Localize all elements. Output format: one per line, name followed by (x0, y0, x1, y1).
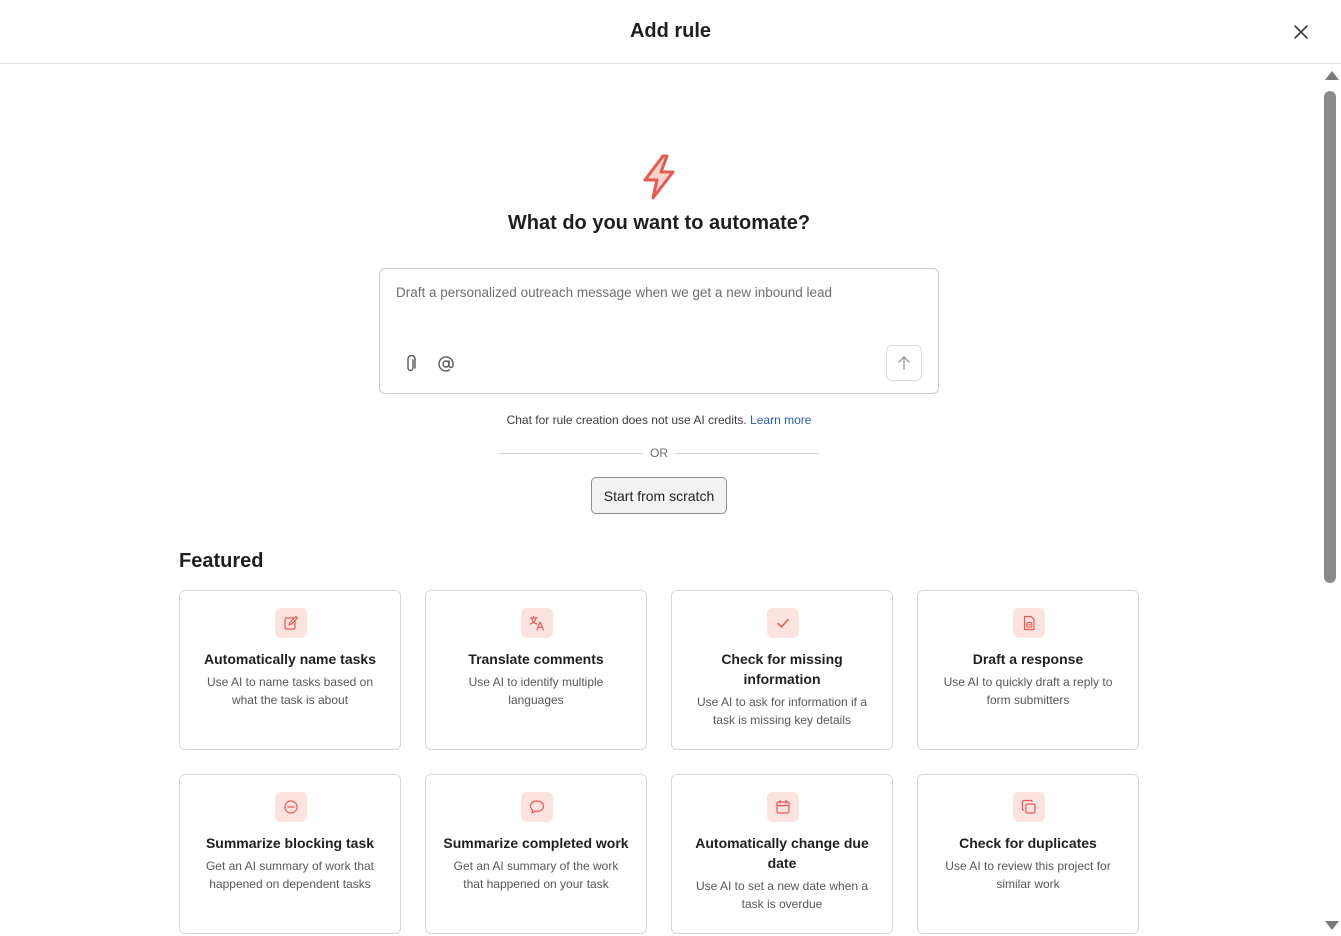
card-description: Use AI to quickly draft a reply to form … (943, 675, 1113, 707)
card-title: Translate comments (468, 651, 604, 667)
card-description: Use AI to identify multiple languages (468, 675, 604, 707)
template-card-due-date[interactable]: Automatically change due date Use AI to … (671, 774, 893, 934)
credits-note: Chat for rule creation does not use AI c… (0, 413, 1318, 427)
close-icon (1294, 25, 1308, 39)
card-title: Summarize blocking task (205, 835, 375, 851)
comment-icon (529, 800, 545, 814)
edit-icon (284, 615, 299, 630)
card-description: Use AI to review this project for simila… (945, 859, 1111, 891)
learn-more-link[interactable]: Learn more (750, 413, 811, 427)
template-card-duplicates[interactable]: Check for duplicates Use AI to review th… (917, 774, 1139, 934)
prompt-box (379, 268, 939, 394)
card-title: Draft a response (972, 651, 1084, 667)
card-title: Summarize completed work (443, 835, 629, 851)
start-from-scratch-button[interactable]: Start from scratch (591, 477, 727, 514)
template-card-draft-response[interactable]: Draft a response Use AI to quickly draft… (917, 590, 1139, 750)
lightning-icon (643, 154, 675, 200)
or-divider: OR (499, 445, 819, 461)
card-description: Get an AI summary of the work that happe… (453, 859, 619, 891)
card-description: Use AI to ask for information if a task … (696, 695, 868, 727)
prompt-input[interactable] (396, 285, 916, 300)
mention-button[interactable] (435, 353, 457, 375)
scroll-thumb[interactable] (1324, 91, 1336, 583)
at-sign-icon (438, 356, 454, 372)
divider-line-right (675, 453, 819, 454)
modal-title: Add rule (629, 20, 712, 42)
modal-body: What do you want to automate? Chat for r… (0, 65, 1341, 936)
card-title: Automatically change due date (695, 835, 869, 871)
card-description: Use AI to set a new date when a task is … (695, 879, 869, 911)
template-card-missing-info[interactable]: Check for missing information Use AI to … (671, 590, 893, 750)
template-card-name-tasks[interactable]: Automatically name tasks Use AI to name … (179, 590, 401, 750)
send-button[interactable] (886, 345, 922, 381)
modal-header: Add rule (0, 0, 1341, 64)
template-card-translate-comments[interactable]: Translate comments Use AI to identify mu… (425, 590, 647, 750)
paperclip-icon (407, 355, 416, 372)
featured-heading: Featured (179, 550, 264, 572)
scroll-down-arrow[interactable] (1325, 921, 1339, 930)
document-icon (1023, 615, 1035, 631)
card-title: Automatically name tasks (204, 651, 376, 667)
attach-button[interactable] (400, 353, 422, 375)
card-description: Get an AI summary of work that happened … (205, 859, 375, 891)
template-card-completed-work[interactable]: Summarize completed work Get an AI summa… (425, 774, 647, 934)
translate-icon (529, 615, 545, 631)
vertical-scrollbar[interactable] (1321, 65, 1341, 936)
close-button[interactable] (1289, 20, 1313, 44)
calendar-icon (776, 799, 790, 814)
hero-title: What do you want to automate? (507, 212, 811, 234)
credits-note-text: Chat for rule creation does not use AI c… (506, 413, 747, 427)
card-title: Check for missing information (721, 651, 843, 687)
blocked-icon (284, 800, 298, 814)
check-icon (777, 618, 789, 628)
template-card-blocking-task[interactable]: Summarize blocking task Get an AI summar… (179, 774, 401, 934)
card-title: Check for duplicates (959, 835, 1097, 851)
card-description: Use AI to name tasks based on what the t… (206, 675, 374, 707)
duplicate-icon (1021, 799, 1036, 814)
arrow-up-icon (898, 356, 910, 370)
scroll-up-arrow[interactable] (1325, 71, 1339, 80)
